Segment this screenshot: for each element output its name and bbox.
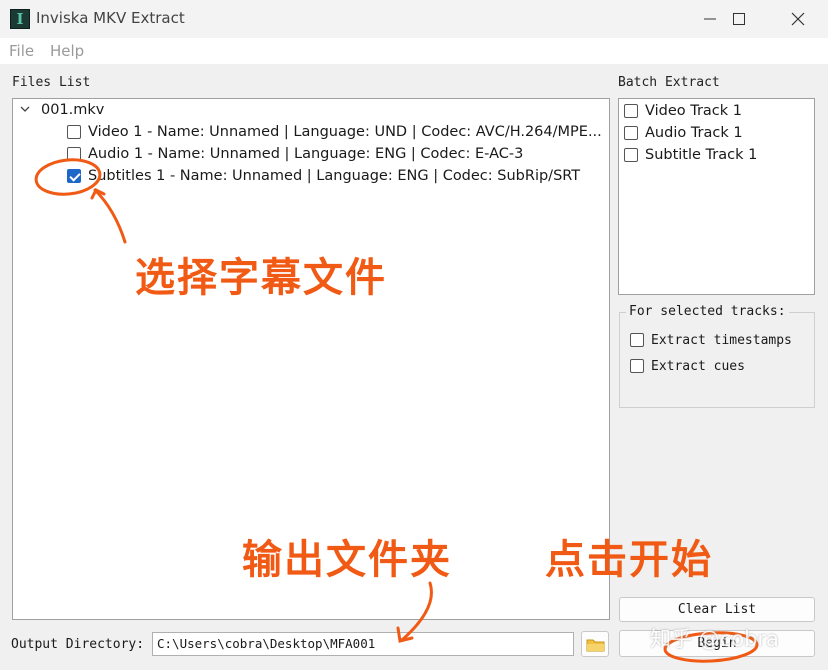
track-row-video[interactable]: Video 1 - Name: Unnamed | Language: UND … [13, 121, 609, 143]
output-directory-input[interactable]: C:\Users\cobra\Desktop\MFA001 [152, 632, 574, 656]
watermark: 知乎 @cobra [650, 627, 779, 651]
batch-audio-label: Audio Track 1 [645, 125, 743, 141]
chevron-down-icon[interactable] [20, 106, 30, 114]
annotation-output-folder: 输出文件夹 [242, 537, 452, 583]
annotation-click-start: 点击开始 [545, 537, 713, 583]
menu-bar [0, 38, 828, 64]
app-icon: I [10, 9, 30, 29]
batch-video-checkbox[interactable] [624, 104, 638, 118]
batch-item-video[interactable]: Video Track 1 [619, 100, 814, 122]
folder-icon [586, 639, 605, 652]
batch-subtitle-checkbox[interactable] [624, 148, 638, 162]
track-audio-label: Audio 1 - Name: Unnamed | Language: ENG … [88, 146, 524, 162]
extract-cues-label: Extract cues [651, 359, 745, 374]
clear-list-button[interactable]: Clear List [619, 597, 815, 622]
files-list-label: Files List [12, 75, 91, 90]
window-title: Inviska MKV Extract [36, 9, 185, 27]
track-video-label: Video 1 - Name: Unnamed | Language: UND … [88, 124, 602, 140]
output-directory-label: Output Directory: [11, 637, 145, 652]
track-subtitles-label: Subtitles 1 - Name: Unnamed | Language: … [88, 168, 581, 184]
track-options-title: For selected tracks: [626, 304, 789, 319]
maximize-icon [733, 13, 745, 25]
extract-timestamps-label: Extract timestamps [651, 333, 792, 348]
tree-root-row[interactable]: 001.mkv [13, 99, 609, 121]
annotation-circle-arrow [34, 158, 127, 244]
tree-root-label: 001.mkv [41, 102, 105, 118]
extract-timestamps-checkbox[interactable] [630, 333, 644, 347]
menu-file[interactable]: File [9, 42, 34, 60]
batch-item-subtitle[interactable]: Subtitle Track 1 [619, 144, 814, 166]
track-video-checkbox[interactable] [67, 125, 81, 139]
annotation-select-subtitle: 选择字幕文件 [135, 255, 387, 301]
close-icon [791, 12, 805, 26]
annotation-arrow-output [396, 581, 433, 643]
batch-extract-list[interactable]: Video Track 1 Audio Track 1 Subtitle Tra… [618, 98, 815, 295]
batch-extract-label: Batch Extract [618, 75, 720, 90]
browse-folder-button[interactable] [581, 631, 609, 657]
batch-item-audio[interactable]: Audio Track 1 [619, 122, 814, 144]
maximize-button[interactable] [710, 0, 768, 38]
close-button[interactable] [769, 0, 827, 38]
batch-video-label: Video Track 1 [645, 103, 743, 119]
menu-help[interactable]: Help [50, 42, 84, 60]
extract-cues-checkbox[interactable] [630, 359, 644, 373]
batch-audio-checkbox[interactable] [624, 126, 638, 140]
batch-subtitle-label: Subtitle Track 1 [645, 147, 758, 163]
